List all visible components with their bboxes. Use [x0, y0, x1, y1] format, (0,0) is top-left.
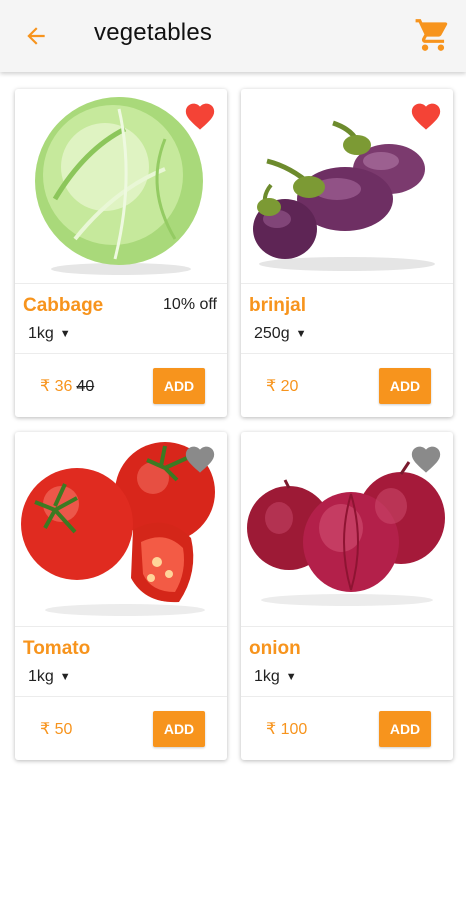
caret-down-icon: ▼ [285, 671, 297, 683]
app-bar: vegetables [0, 0, 466, 72]
product-card-brinjal[interactable]: brinjal 250g ▼ ₹ 20 ADD [241, 89, 453, 417]
cart-button[interactable] [414, 16, 452, 54]
add-button[interactable]: ADD [153, 711, 205, 747]
quantity-value: 1kg [28, 668, 54, 685]
price: ₹ 20 [266, 376, 298, 396]
product-name: Tomato [23, 638, 91, 659]
quantity-selector[interactable]: 1kg ▼ [28, 668, 71, 686]
divider [241, 696, 453, 697]
divider [15, 283, 227, 284]
price: ₹ 36 40 [40, 376, 94, 396]
divider [15, 626, 227, 627]
divider [241, 626, 453, 627]
product-card-onion[interactable]: onion 1kg ▼ ₹ 100 ADD [241, 432, 453, 760]
quantity-selector[interactable]: 1kg ▼ [28, 325, 71, 343]
divider [15, 696, 227, 697]
shopping-cart-icon [415, 19, 448, 51]
arrow-left-icon [27, 27, 45, 45]
product-name: onion [249, 638, 301, 659]
product-card-tomato[interactable]: Tomato 1kg ▼ ₹ 50 ADD [15, 432, 227, 760]
selling-price: ₹ 20 [266, 378, 299, 395]
price: ₹ 100 [266, 719, 307, 739]
selling-price: ₹ 50 [40, 721, 73, 738]
add-button[interactable]: ADD [153, 368, 205, 404]
product-name: brinjal [249, 295, 307, 316]
caret-down-icon: ▼ [59, 671, 71, 683]
selling-price: ₹ 100 [266, 721, 308, 738]
original-price: 40 [76, 378, 95, 395]
add-button[interactable]: ADD [379, 711, 431, 747]
price: ₹ 50 [40, 719, 72, 739]
quantity-value: 1kg [254, 668, 280, 685]
divider [241, 283, 453, 284]
heart-icon[interactable] [183, 99, 217, 131]
divider [15, 353, 227, 354]
heart-icon[interactable] [409, 99, 443, 131]
caret-down-icon: ▼ [295, 328, 307, 340]
selling-price: ₹ 36 [40, 378, 73, 395]
quantity-value: 250g [254, 325, 290, 342]
divider [241, 353, 453, 354]
quantity-selector[interactable]: 1kg ▼ [254, 668, 297, 686]
heart-icon[interactable] [409, 442, 443, 474]
quantity-value: 1kg [28, 325, 54, 342]
back-button[interactable] [20, 20, 52, 52]
page-title: vegetables [94, 19, 213, 46]
product-card-cabbage[interactable]: Cabbage 10% off 1kg ▼ ₹ 36 40 ADD [15, 89, 227, 417]
discount-badge: 10% off [163, 296, 217, 313]
heart-icon[interactable] [183, 442, 217, 474]
caret-down-icon: ▼ [59, 328, 71, 340]
add-button[interactable]: ADD [379, 368, 431, 404]
quantity-selector[interactable]: 250g ▼ [254, 325, 306, 343]
product-name: Cabbage [23, 295, 104, 316]
